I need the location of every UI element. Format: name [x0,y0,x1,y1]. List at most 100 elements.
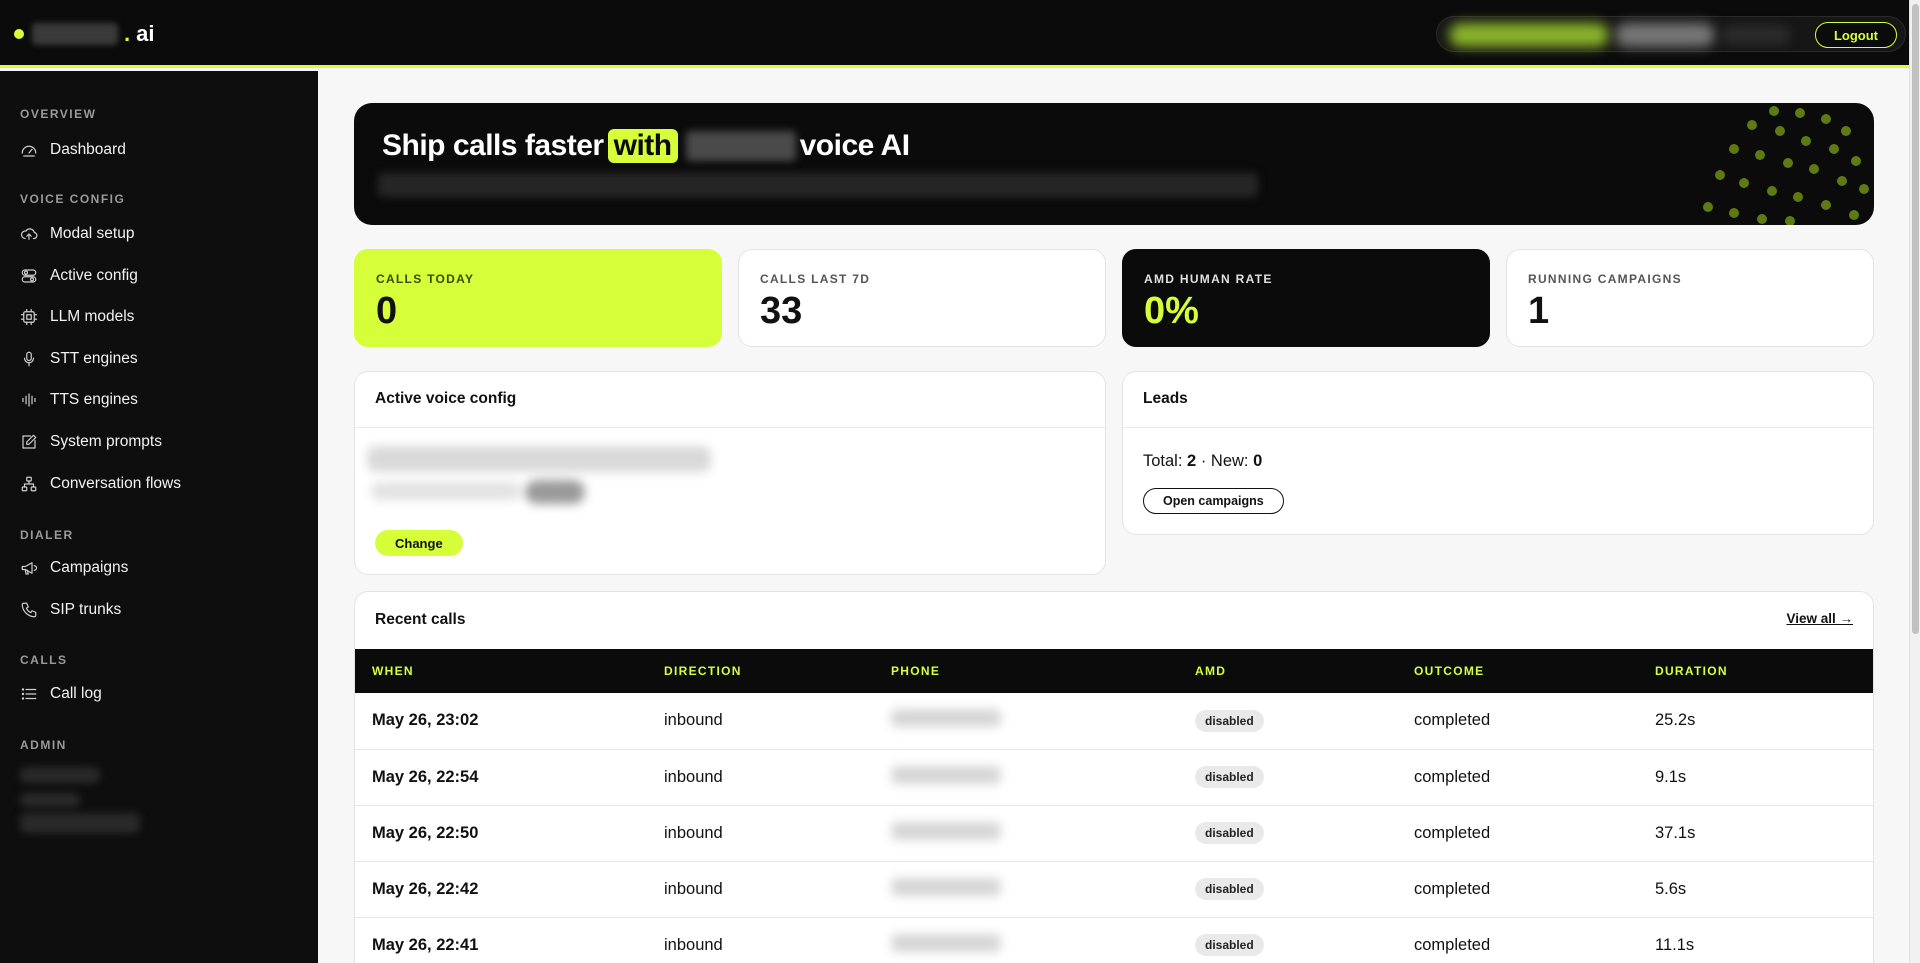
column-header[interactable]: DIRECTION [664,649,891,693]
sidebar-item-label: LLM models [50,308,135,325]
kpi-calls-last-7d: CALLS LAST 7D 33 [738,249,1106,347]
sidebar-item-call-log[interactable]: Call log [20,681,102,707]
view-all-link[interactable]: View all → [1786,611,1853,626]
column-header[interactable]: OUTCOME [1414,649,1655,693]
table-row[interactable]: May 26, 22:42 inbound disabled completed… [355,861,1873,918]
leads-total-value: 2 [1187,452,1197,470]
card-title: Recent calls [375,611,466,628]
page-scrollbar[interactable] [1909,0,1920,963]
scrollbar-thumb[interactable] [1912,4,1919,634]
cell-phone [891,693,1195,750]
user-role-redacted [1721,25,1791,45]
voice-config-summary-redacted [367,446,711,472]
open-campaigns-button[interactable]: Open campaigns [1143,488,1284,514]
sidebar-item-stt-engines[interactable]: STT engines [20,346,138,372]
kpi-value: 0 [376,290,398,332]
cell-when: May 26, 22:50 [355,805,664,862]
decorative-dots-pattern [1703,106,1869,225]
sidebar-item-conversation-flows[interactable]: Conversation flows [20,471,181,497]
cell-direction: inbound [664,805,891,862]
table-row[interactable]: May 26, 22:54 inbound disabled completed… [355,749,1873,806]
amd-badge: disabled [1195,766,1264,788]
brand-dot-icon [14,29,24,39]
brand-name-redacted [685,131,796,161]
cell-outcome: completed [1414,861,1655,918]
cell-phone [891,917,1195,963]
cell-duration: 5.6s [1655,861,1873,918]
flow-icon [21,476,37,492]
cell-amd: disabled [1195,749,1414,806]
cell-duration: 9.1s [1655,749,1873,806]
sidebar-item-label: STT engines [50,350,138,367]
hero-banner: Ship calls faster with voice AI [354,103,1874,225]
column-header[interactable]: PHONE [891,649,1195,693]
sidebar-item-label: SIP trunks [50,601,122,618]
hero-title: Ship calls faster with voice AI [382,129,910,163]
cell-outcome: completed [1414,693,1655,750]
cell-duration: 25.2s [1655,693,1873,750]
cell-outcome: completed [1414,805,1655,862]
phone-redacted [891,933,1001,952]
section-label-calls: CALLS [20,653,68,667]
brand-logo[interactable]: . ai [14,20,154,48]
megaphone-icon [21,562,38,575]
sidebar-item-modal-setup[interactable]: Modal setup [20,221,134,247]
brand-name-redacted [32,23,118,45]
recent-calls-table: WHEN DIRECTION PHONE AMD OUTCOME DURATIO… [355,649,1873,963]
hero-title-highlight: with [607,129,678,163]
sidebar-item-label: Active config [50,267,138,284]
sidebar-item-label: TTS engines [50,391,138,408]
sidebar-item-active-config[interactable]: Active config [20,263,138,289]
user-name-redacted [1449,23,1609,47]
phone-icon [21,602,37,618]
column-header[interactable]: DURATION [1655,649,1873,693]
hero-subtitle-redacted [378,173,1258,197]
sidebar-item-sip-trunks[interactable]: SIP trunks [20,597,121,623]
sidebar-item-tts-engines[interactable]: TTS engines [20,387,138,413]
section-label-admin: ADMIN [20,738,67,752]
sidebar-item-system-prompts[interactable]: System prompts [20,429,162,455]
leads-new-value: 0 [1253,452,1263,470]
sidebar-item-campaigns[interactable]: Campaigns [20,555,128,581]
list-icon [21,688,37,700]
admin-item-redacted[interactable] [20,813,140,833]
column-header[interactable]: WHEN [355,649,664,693]
cell-direction: inbound [664,693,891,750]
table-header-row: WHEN DIRECTION PHONE AMD OUTCOME DURATIO… [355,649,1873,693]
cloud-upload-icon [20,228,38,240]
admin-item-redacted[interactable] [20,793,80,807]
leads-total-label: Total: [1143,452,1183,470]
phone-redacted [891,821,1001,840]
logout-button[interactable]: Logout [1814,22,1897,48]
cell-outcome: completed [1414,917,1655,963]
cell-amd: disabled [1195,805,1414,862]
sidebar-item-llm-models[interactable]: LLM models [20,304,134,330]
sidebar-item-label: Modal setup [50,225,135,242]
admin-item-redacted[interactable] [20,767,100,783]
cell-when: May 26, 22:54 [355,749,664,806]
cell-amd: disabled [1195,861,1414,918]
sidebar-item-label: Call log [50,685,102,702]
amd-badge: disabled [1195,934,1264,956]
column-header[interactable]: AMD [1195,649,1414,693]
sidebar-item-label: Campaigns [50,559,129,576]
section-label-dialer: DIALER [20,528,74,542]
table-row[interactable]: May 26, 22:50 inbound disabled completed… [355,805,1873,862]
cell-phone [891,861,1195,918]
hero-title-part1: Ship calls faster [382,129,604,162]
cell-amd: disabled [1195,917,1414,963]
table-row[interactable]: May 26, 23:02 inbound disabled completed… [355,693,1873,750]
voice-config-badge-redacted [525,480,585,504]
sidebar-item-dashboard[interactable]: Dashboard [20,137,126,163]
sidebar: OVERVIEW Dashboard VOICE CONFIG Modal se… [0,71,318,963]
phone-redacted [891,709,1001,728]
card-title: Active voice config [355,372,1105,428]
kpi-value: 33 [760,290,803,332]
amd-badge: disabled [1195,822,1264,844]
table-row[interactable]: May 26, 22:41 inbound disabled completed… [355,917,1873,963]
kpi-label: RUNNING CAMPAIGNS [1528,272,1682,286]
cell-duration: 37.1s [1655,805,1873,862]
leads-summary: Total: 2 · New: 0 [1143,452,1262,471]
cell-direction: inbound [664,861,891,918]
change-config-button[interactable]: Change [375,530,463,556]
